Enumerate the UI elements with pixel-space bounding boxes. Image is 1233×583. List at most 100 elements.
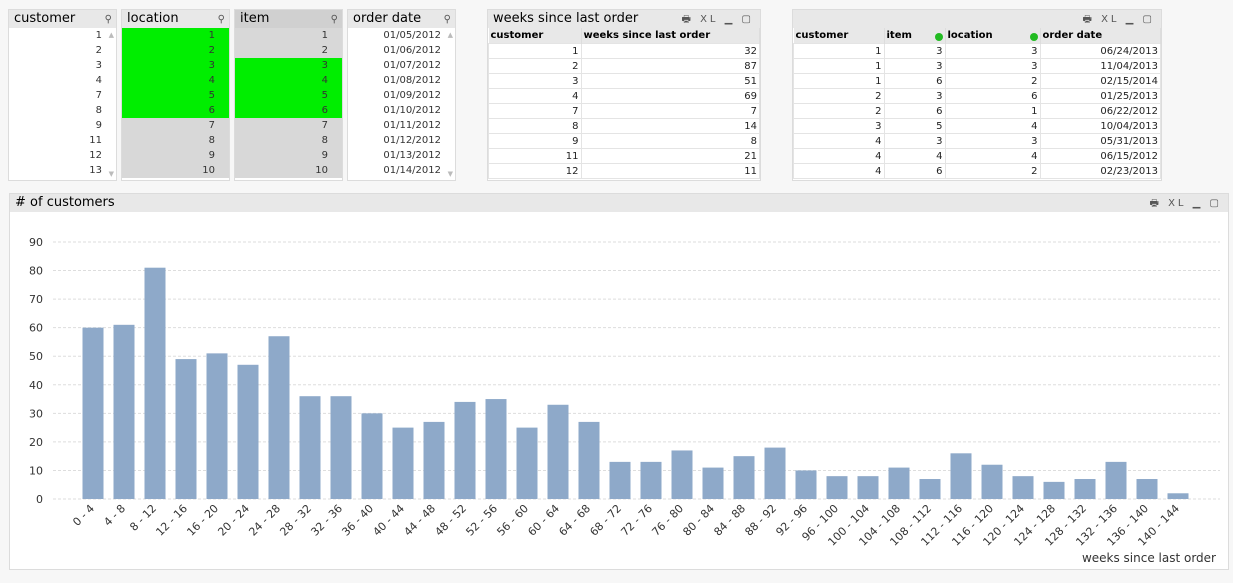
bar[interactable] <box>299 396 321 499</box>
listbox-value[interactable]: 1 <box>235 28 342 43</box>
listbox-location[interactable]: location ⚲ 1 2 3 4 5 6 7 8 9 10 <box>121 9 230 181</box>
listbox-value[interactable]: 8 <box>122 133 229 148</box>
listbox-value[interactable]: 13 <box>9 163 116 178</box>
table-row[interactable]: 12 11 <box>488 163 760 179</box>
bar[interactable] <box>485 399 507 499</box>
bar[interactable] <box>826 476 848 499</box>
listbox-value[interactable]: 4 <box>235 73 342 88</box>
bar[interactable] <box>268 336 290 499</box>
bar[interactable] <box>795 470 817 499</box>
listbox-value[interactable]: 01/07/2012 <box>348 58 455 73</box>
table-row[interactable]: 1 3 3 06/24/2013 <box>793 43 1161 59</box>
table-row[interactable]: 4 69 <box>488 88 760 104</box>
table-row[interactable]: 11 21 <box>488 148 760 164</box>
bar[interactable] <box>330 396 352 499</box>
bar[interactable] <box>547 404 569 499</box>
listbox-value[interactable]: 5 <box>235 88 342 103</box>
listbox-value[interactable]: 01/06/2012 <box>348 43 455 58</box>
bar[interactable] <box>733 456 755 499</box>
listbox-value[interactable]: 01/12/2012 <box>348 133 455 148</box>
listbox-value[interactable]: 3 <box>235 58 342 73</box>
bar[interactable] <box>454 401 476 499</box>
bar[interactable] <box>1136 479 1158 499</box>
listbox-value[interactable]: 3 <box>122 58 229 73</box>
caption-icons[interactable]: 🖶 XL ▁ ▢ <box>1149 195 1222 213</box>
listbox-order-date[interactable]: order date ⚲ 01/05/2012 01/06/2012 01/07/201… <box>347 9 456 181</box>
listbox-value[interactable]: 01/09/2012 <box>348 88 455 103</box>
bar[interactable] <box>671 450 693 499</box>
table-row[interactable]: 2 3 6 01/25/2013 <box>793 88 1161 104</box>
bar[interactable] <box>175 359 197 499</box>
bar[interactable] <box>702 467 724 499</box>
listbox-value[interactable]: 1 <box>122 28 229 43</box>
search-icon[interactable]: ⚲ <box>105 11 112 29</box>
listbox-value[interactable]: 2 <box>235 43 342 58</box>
table-row[interactable]: 4 4 4 06/15/2012 <box>793 148 1161 164</box>
col-customer[interactable]: customer <box>488 28 582 44</box>
bar[interactable] <box>981 464 1003 499</box>
listbox-value[interactable]: 3 <box>9 58 116 73</box>
listbox-value[interactable]: 9 <box>122 148 229 163</box>
bar[interactable] <box>1167 493 1189 499</box>
bar[interactable] <box>206 353 228 499</box>
search-icon[interactable]: ⚲ <box>444 11 451 29</box>
listbox-value[interactable]: 9 <box>235 148 342 163</box>
bar[interactable] <box>764 447 786 499</box>
bar[interactable] <box>578 421 600 499</box>
table-row[interactable]: 77 <box>488 103 760 119</box>
bar[interactable] <box>919 479 941 499</box>
table-row[interactable]: 1 32 <box>488 43 760 59</box>
bar[interactable] <box>423 421 445 499</box>
scroll-down-icon[interactable]: ▼ <box>109 170 114 178</box>
table-row[interactable]: 2 6 1 06/22/2012 <box>793 103 1161 119</box>
search-icon[interactable]: ⚲ <box>331 11 338 29</box>
listbox-value[interactable]: 2 <box>122 43 229 58</box>
bar[interactable] <box>1012 476 1034 499</box>
listbox-value[interactable]: 01/05/2012 <box>348 28 455 43</box>
listbox-value[interactable]: 8 <box>9 103 116 118</box>
bar[interactable] <box>516 427 538 499</box>
col-item[interactable]: item <box>884 28 946 44</box>
bar[interactable] <box>609 461 631 499</box>
listbox-value[interactable]: 01/08/2012 <box>348 73 455 88</box>
listbox-value[interactable]: 7 <box>122 118 229 133</box>
listbox-item[interactable]: item ⚲ 1 2 3 4 5 6 7 8 9 10 <box>234 9 343 181</box>
listbox-value[interactable]: 7 <box>9 88 116 103</box>
bar[interactable] <box>1105 461 1127 499</box>
table-row[interactable]: 8 14 <box>488 118 760 134</box>
listbox-value[interactable]: 1 <box>9 28 116 43</box>
listbox-value[interactable]: 4 <box>122 73 229 88</box>
caption-icons[interactable]: 🖶 XL ▁ ▢ <box>681 11 754 29</box>
scroll-down-icon[interactable]: ▼ <box>448 170 453 178</box>
bar[interactable] <box>82 327 104 499</box>
bar[interactable] <box>113 324 135 499</box>
bar[interactable] <box>392 427 414 499</box>
listbox-value[interactable]: 11 <box>9 133 116 148</box>
bar[interactable] <box>950 453 972 499</box>
table-row[interactable]: 3 5 4 10/04/2013 <box>793 118 1161 134</box>
bar[interactable] <box>888 467 910 499</box>
listbox-value[interactable]: 01/14/2012 <box>348 163 455 178</box>
listbox-value[interactable]: 01/13/2012 <box>348 148 455 163</box>
scroll-up-icon[interactable]: ▲ <box>109 31 114 39</box>
bar[interactable] <box>237 364 259 499</box>
col-weeks[interactable]: weeks since last order <box>581 28 760 44</box>
listbox-value[interactable]: 7 <box>235 118 342 133</box>
listbox-value[interactable]: 4 <box>9 73 116 88</box>
listbox-value[interactable]: 01/10/2012 <box>348 103 455 118</box>
table-row[interactable]: 4 3 3 05/31/2013 <box>793 133 1161 149</box>
listbox-value[interactable]: 2 <box>9 43 116 58</box>
col-order-date[interactable]: order date <box>1040 28 1161 44</box>
col-customer[interactable]: customer <box>793 28 885 44</box>
listbox-value[interactable]: 10 <box>122 163 229 178</box>
listbox-value[interactable]: 8 <box>235 133 342 148</box>
bar[interactable] <box>1074 479 1096 499</box>
bar[interactable] <box>857 476 879 499</box>
table-row[interactable]: 1 3 3 11/04/2013 <box>793 58 1161 74</box>
table-row[interactable]: 3 51 <box>488 73 760 89</box>
bar[interactable] <box>1043 481 1065 499</box>
table-row[interactable]: 98 <box>488 133 760 149</box>
table-row[interactable]: 4 6 2 02/23/2013 <box>793 163 1161 179</box>
table-row[interactable]: 1 6 2 02/15/2014 <box>793 73 1161 89</box>
listbox-value[interactable]: 6 <box>122 103 229 118</box>
